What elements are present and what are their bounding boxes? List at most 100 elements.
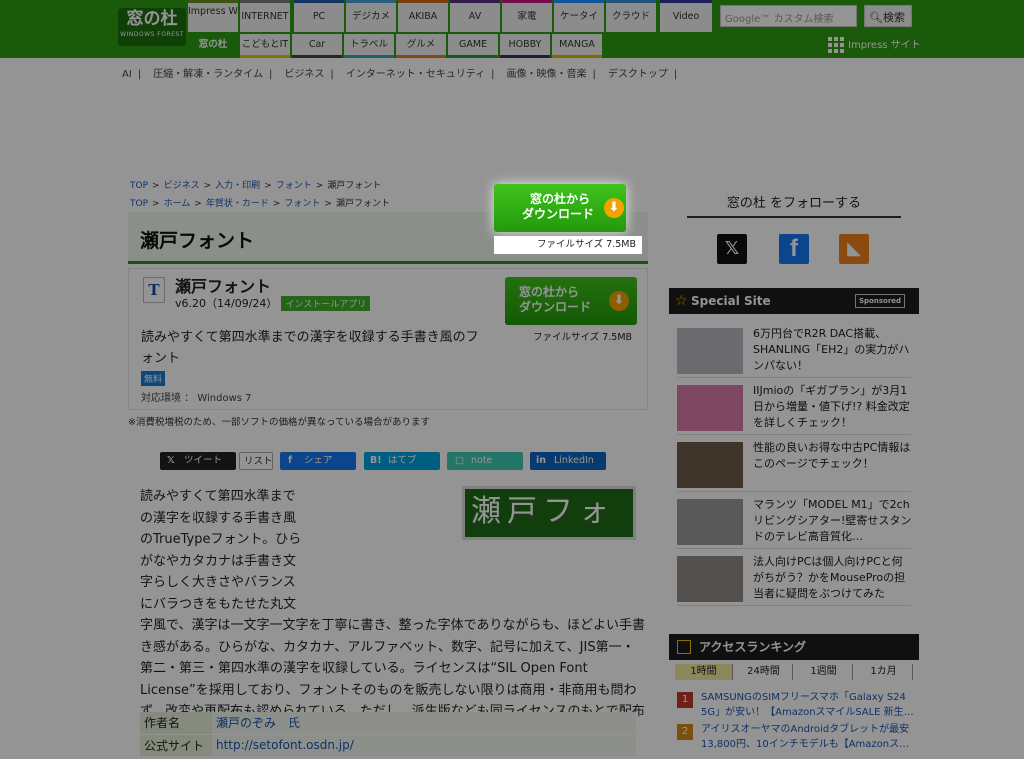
breadcrumb: TOP > ホーム > 年賀状・カード > フォント > 瀬戸フォント [128, 196, 392, 209]
table-row: 作者名 瀬戸のぞみ 氏 [140, 712, 636, 735]
breadcrumb-separator: > [264, 181, 272, 191]
ranking-tab[interactable]: 1時間 [675, 664, 733, 680]
impress-sites-link[interactable]: Impress サイト [828, 36, 921, 53]
breadcrumb-link[interactable]: TOP [130, 199, 148, 209]
facebook-share-button[interactable]: f シェア [280, 452, 356, 470]
nav-tab[interactable]: GAME [448, 34, 498, 58]
ranking-title: アクセスランキング [699, 640, 807, 654]
nav-tab[interactable]: Video [660, 0, 712, 32]
nav-tab[interactable]: MANGA [552, 34, 602, 58]
linkedin-icon: in [536, 455, 547, 466]
breadcrumb-link[interactable]: TOP [130, 181, 148, 191]
special-site-item[interactable]: IIJmioの「ギガプラン」が3月1日から増量・値下げ!? 料金改定を詳しくチェ… [677, 381, 911, 435]
nav-tab[interactable]: クラウド [606, 0, 656, 32]
note-button[interactable]: □ note [447, 452, 523, 470]
nav-tab[interactable]: グルメ [396, 34, 446, 58]
special-site-thumbnail[interactable] [677, 328, 743, 374]
follow-panel: 窓の杜 をフォローする 𝕏 f ◣ [669, 176, 919, 278]
breadcrumb-link[interactable]: 年賀状・カード [206, 199, 269, 209]
breadcrumb-link[interactable]: フォント [284, 199, 320, 209]
nav-tab[interactable]: PC [294, 0, 344, 32]
nav-tab[interactable]: こどもとIT [240, 34, 290, 58]
subnav-link[interactable]: インターネット・セキュリティ [346, 69, 485, 80]
facebook-follow-icon[interactable]: f [779, 234, 809, 264]
nav-tab[interactable]: AV [450, 0, 500, 32]
list-button[interactable]: リスト [239, 452, 273, 470]
nav-tab[interactable]: HOBBY [500, 34, 550, 58]
search-button[interactable]: 🔍︎検索 [864, 5, 912, 27]
hatena-icon: B! [370, 455, 382, 466]
special-site-thumbnail[interactable] [677, 442, 743, 488]
search-icon: 🔍︎ [869, 11, 883, 24]
star-icon: ☆ [675, 293, 688, 309]
rank-number: 1 [677, 692, 693, 708]
ranking-link[interactable]: アイリスオーヤマのAndroidタブレットが最安13,800円、10インチモデル… [701, 722, 917, 752]
special-site-text[interactable]: IIJmioの「ギガプラン」が3月1日から増量・値下げ!? 料金改定を詳しくチェ… [753, 383, 913, 431]
subnav-link[interactable]: 圧縮・解凍・ランタイム [153, 69, 263, 80]
nav-tab[interactable]: トラベル [344, 34, 394, 58]
tax-notice: ※消費税増税のため、一部ソフトの価格が異なっている場合があります [128, 417, 430, 428]
breadcrumb-separator: > [315, 181, 324, 191]
download-arrow-icon: ⬇︎ [604, 198, 624, 218]
info-table: 作者名 瀬戸のぞみ 氏 公式サイト http://setofont.osdn.j… [140, 712, 636, 757]
nav-tab[interactable]: Impress Watch [188, 0, 238, 32]
breadcrumb-link[interactable]: フォント [276, 181, 312, 191]
nav-tab[interactable]: Car [292, 34, 342, 58]
nav-tab[interactable]: AKIBA [398, 0, 448, 32]
ranking-tab[interactable]: 1カ月 [855, 664, 913, 680]
subnav-link[interactable]: AI [122, 69, 132, 80]
special-site-thumbnail[interactable] [677, 499, 743, 545]
special-site-text[interactable]: マランツ「MODEL M1」で2chリビングシアター!壁寄せスタンドのテレビ高音… [753, 497, 913, 545]
linkedin-button[interactable]: in LinkedIn [530, 452, 606, 470]
logo-sub-text: WINDOWS FOREST [120, 31, 184, 38]
article-text: 読みやすくて第四水準までの漢字を収録する手書き風のTrueTypeフォント。ひら… [140, 489, 646, 741]
special-site-text[interactable]: 法人向けPCは個人向けPCと何がちがう？かをMouseProの担当者に疑問をぶつ… [753, 554, 913, 602]
author-link[interactable]: 瀬戸のぞみ 氏 [216, 716, 300, 730]
price-badge: 無料 [141, 371, 166, 386]
special-site-thumbnail[interactable] [677, 385, 743, 431]
nav-tab[interactable]: デジカメ [346, 0, 396, 32]
breadcrumb: TOP > ビジネス > 入力・印刷 > フォント > 瀬戸フォント [128, 178, 383, 191]
search-input[interactable]: Google™ カスタム検索 [720, 5, 857, 27]
special-site-item[interactable]: 性能の良いお得な中古PC情報はこのページでチェック！ [677, 438, 911, 492]
breadcrumb-link[interactable]: ホーム [164, 199, 191, 209]
subnav-link[interactable]: 画像・映像・音楽 [507, 69, 587, 80]
hatena-button[interactable]: B! はてブ [364, 452, 440, 470]
nav-tab[interactable]: ケータイ [554, 0, 604, 32]
ranking-icon [677, 640, 691, 654]
ranking-tab[interactable]: 24時間 [735, 664, 793, 680]
special-site-text[interactable]: 性能の良いお得な中古PC情報はこのページでチェック！ [753, 440, 913, 472]
tweet-button[interactable]: 𝕏 ツイート [160, 452, 236, 470]
software-name: 瀬戸フォント [175, 277, 272, 296]
nav-tab[interactable]: 家電 [502, 0, 552, 32]
main-content: TOP > ビジネス > 入力・印刷 > フォント > 瀬戸フォント TOP > ホーム > 年賀状・カ… [118, 176, 662, 759]
special-site-item[interactable]: マランツ「MODEL M1」で2chリビングシアター!壁寄せスタンドのテレビ高音… [677, 495, 911, 549]
sponsored-badge: Sponsored [855, 294, 906, 308]
nav-tab[interactable]: INTERNET [240, 0, 290, 32]
official-site-link[interactable]: http://setofont.osdn.jp/ [216, 738, 354, 752]
rss-follow-icon[interactable]: ◣ [839, 234, 869, 264]
author-key: 作者名 [140, 712, 212, 735]
ranking-tab[interactable]: 1週間 [795, 664, 853, 680]
special-site-thumbnail[interactable] [677, 556, 743, 602]
ranking-link[interactable]: SAMSUNGのSIMフリースマホ「Galaxy S24 5G」が安い！【Ama… [701, 690, 917, 720]
breadcrumb-link: 瀬戸フォント [335, 199, 390, 209]
special-site-item[interactable]: 法人向けPCは個人向けPCと何がちがう？かをMouseProの担当者に疑問をぶつ… [677, 552, 911, 606]
breadcrumb-link[interactable]: ビジネス [164, 181, 200, 191]
subnav-link[interactable]: デスクトップ [608, 69, 668, 80]
site-logo[interactable]: 窓の杜 WINDOWS FOREST [118, 8, 186, 46]
impress-link-label: Impress サイト [848, 40, 921, 51]
breadcrumb-separator: > [194, 199, 202, 209]
file-size: ファイルサイズ 7.5MB [533, 332, 633, 343]
list-label: リスト [244, 456, 273, 467]
subnav-link[interactable]: ビジネス [284, 69, 324, 80]
special-site-item[interactable]: 6万円台でR2R DAC搭載、SHANLING「EH2」の実力がハンパない！ [677, 324, 911, 378]
download-button[interactable]: 窓の杜から ダウンロード ⬇︎ [505, 277, 637, 325]
category-subnav: AI | 圧縮・解凍・ランタイム | ビジネス | インターネット・セキュリティ | 画像・映像… [122, 65, 702, 80]
x-follow-icon[interactable]: 𝕏 [717, 234, 747, 264]
nav-tab[interactable]: 窓の杜 [188, 34, 238, 58]
special-site-text[interactable]: 6万円台でR2R DAC搭載、SHANLING「EH2」の実力がハンパない！ [753, 326, 913, 374]
breadcrumb-link[interactable]: 入力・印刷 [215, 181, 260, 191]
site-value: http://setofont.osdn.jp/ [212, 734, 636, 757]
download-button-highlight[interactable]: 窓の杜から ダウンロード ⬇︎ [494, 184, 626, 232]
